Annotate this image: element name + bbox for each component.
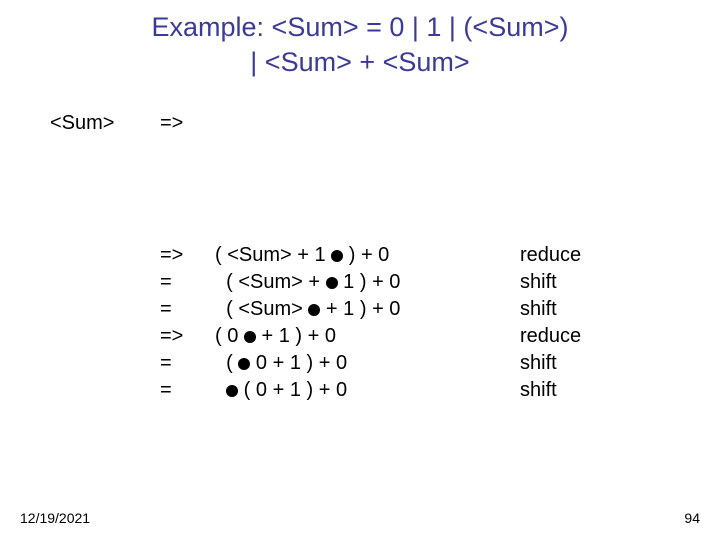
slide: Example: <Sum> = 0 | 1 | (<Sum>) | <Sum>…	[0, 0, 720, 540]
expr-pre: ( <Sum> +	[215, 271, 326, 293]
footer-date: 12/19/2021	[20, 510, 90, 526]
arrow-symbol: =>	[160, 323, 215, 350]
expr-cell: ( 0 + 1 ) + 0	[215, 350, 520, 377]
expr-cell: ( <Sum> + 1 ) + 0	[215, 242, 520, 269]
footer-page-number: 94	[684, 510, 700, 526]
lhs-symbol: <Sum>	[50, 110, 160, 137]
slide-title: Example: <Sum> = 0 | 1 | (<Sum>) | <Sum>…	[0, 0, 720, 80]
blank-gap	[50, 137, 581, 242]
expr-post: 0 + 1 ) + 0	[250, 352, 347, 374]
derivation-row: = ( <Sum> + 1 ) + 0 shift	[50, 269, 581, 296]
arrow-symbol: =>	[160, 110, 215, 137]
expr-pre: ( 0	[215, 325, 244, 347]
expr-cell: ( 0 + 1 ) + 0	[215, 377, 520, 404]
derivation-row: = ( 0 + 1 ) + 0 shift	[50, 377, 581, 404]
arrow-symbol: =	[160, 377, 215, 404]
expr-post: + 1 ) + 0	[320, 298, 400, 320]
expr-pre	[215, 379, 226, 401]
expr-post: + 1 ) + 0	[256, 325, 336, 347]
expr-pre: ( <Sum> + 1	[215, 244, 331, 266]
action-cell: shift	[520, 377, 557, 404]
derivation-row: = ( 0 + 1 ) + 0 shift	[50, 350, 581, 377]
derivation-row: = ( <Sum> + 1 ) + 0 shift	[50, 296, 581, 323]
expr-pre: ( <Sum>	[215, 298, 308, 320]
title-line-1: Example: <Sum> = 0 | 1 | (<Sum>)	[0, 10, 720, 45]
bullet-icon	[331, 250, 343, 262]
arrow-symbol: =	[160, 350, 215, 377]
bullet-icon	[238, 358, 250, 370]
arrow-symbol: =>	[160, 242, 215, 269]
expr-cell: ( <Sum> + 1 ) + 0	[215, 296, 520, 323]
bullet-icon	[308, 304, 320, 316]
derivation-start-row: <Sum> =>	[50, 110, 581, 137]
action-cell: shift	[520, 350, 557, 377]
action-cell: shift	[520, 269, 557, 296]
action-cell: shift	[520, 296, 557, 323]
derivation-row: => ( 0 + 1 ) + 0 reduce	[50, 323, 581, 350]
title-line-2: | <Sum> + <Sum>	[0, 45, 720, 80]
expr-post: ( 0 + 1 ) + 0	[238, 379, 347, 401]
expr-cell: ( <Sum> + 1 ) + 0	[215, 269, 520, 296]
expr-cell: ( 0 + 1 ) + 0	[215, 323, 520, 350]
bullet-icon	[226, 385, 238, 397]
action-cell: reduce	[520, 323, 581, 350]
slide-body: <Sum> => => ( <Sum> + 1 ) + 0 reduce = (…	[50, 110, 581, 404]
arrow-symbol: =	[160, 269, 215, 296]
expr-pre: (	[215, 352, 238, 374]
bullet-icon	[244, 331, 256, 343]
expr-post: ) + 0	[343, 244, 389, 266]
bullet-icon	[326, 277, 338, 289]
derivation-row: => ( <Sum> + 1 ) + 0 reduce	[50, 242, 581, 269]
action-cell: reduce	[520, 242, 581, 269]
arrow-symbol: =	[160, 296, 215, 323]
expr-post: 1 ) + 0	[338, 271, 401, 293]
